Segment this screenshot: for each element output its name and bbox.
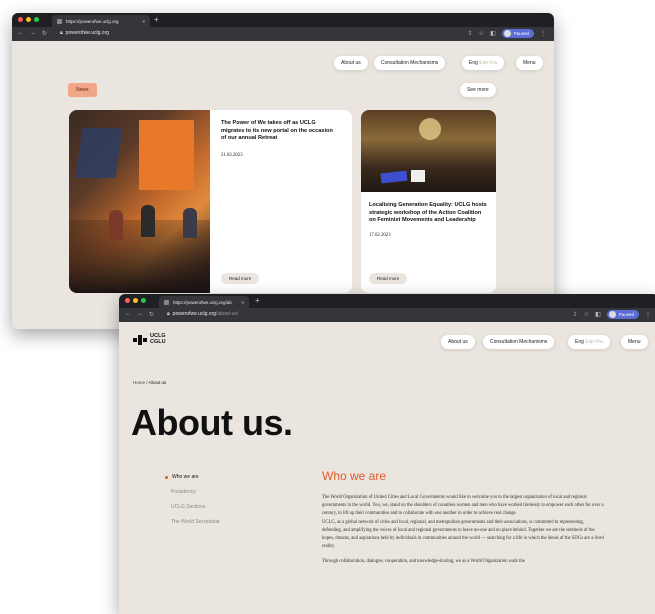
news-card-date: 21.02.2023 [221,152,243,158]
body-paragraph: Through collaboration, dialogue, coopera… [322,558,525,564]
side-nav: Who we are Presidency UCLG Sections The … [165,470,220,530]
logo-mark-icon [133,334,147,345]
news-card-image [69,110,210,293]
section-title: Who we are [322,469,387,483]
read-more-button[interactable]: Read more [221,273,260,284]
nav-about-button[interactable]: About us [334,56,368,70]
maximize-dot-icon[interactable] [141,298,146,303]
share-icon[interactable]: ⇪ [573,311,578,318]
browser-tab[interactable]: https://powerofwe.uclg.org × [52,15,150,27]
reload-icon[interactable]: ↻ [149,311,154,318]
avatar [503,30,511,37]
bookmark-star-icon[interactable]: ☆ [479,30,484,37]
tab-title: https://powerofwe.uclg.org [66,18,119,24]
close-dot-icon[interactable] [125,298,130,303]
address-bar-row: ← → ↻ 🔒︎ powerofwe.uclg.org ⇪ ☆ ◧ Paused… [12,27,554,41]
page-title: About us. [131,402,293,443]
close-dot-icon[interactable] [18,17,23,22]
sidepanel-icon[interactable]: ◧ [490,30,496,37]
bookmark-star-icon[interactable]: ☆ [584,311,589,318]
breadcrumb-home[interactable]: Home [133,380,145,385]
side-nav-item-presidency[interactable]: Presidency [171,485,220,500]
url-host: powerofwe.uclg.org [172,311,217,317]
lang-eng[interactable]: Eng [575,339,584,345]
url-text: powerofwe.uclg.org [65,30,110,36]
share-icon[interactable]: ⇪ [468,30,473,37]
menu-button[interactable]: Menu [621,335,648,349]
side-nav-item-secretariat[interactable]: The World Secretariat [171,515,220,530]
body-paragraph: The World Organization of United Cities … [322,495,604,517]
nav-consultation-button[interactable]: Consultation Mechanisms [374,56,446,70]
uclg-logo[interactable]: UCLG CGLU [133,333,166,346]
window-controls[interactable] [18,17,39,22]
read-more-button[interactable]: Read more [369,273,408,284]
logo-text-cglu: CGLU [150,338,166,345]
profile-paused-button[interactable]: Paused [501,29,534,38]
tab-close-icon[interactable]: × [142,19,145,24]
address-bar[interactable]: 🔒︎ powerofwe.uclg.org/about-us/ [167,311,238,317]
address-bar[interactable]: 🔒︎ powerofwe.uclg.org [60,30,109,36]
browser-tab[interactable]: https://powerofwe.uclg.org/ab × [159,296,249,308]
profile-paused-button[interactable]: Paused [606,310,639,319]
address-bar-row: ← → ↻ 🔒︎ powerofwe.uclg.org/about-us/ ⇪ … [119,308,655,322]
side-nav-label: Who we are [172,474,199,480]
news-badge: News [68,83,97,97]
kebab-menu-icon[interactable]: ⋮ [645,311,651,318]
window-controls[interactable] [125,298,146,303]
news-card[interactable]: Localising Generation Equality: UCLG hos… [361,110,496,293]
body-paragraph: UCLG, as a global network of cities and … [322,519,604,550]
paused-label: Paused [618,312,634,317]
side-nav-item-sections[interactable]: UCLG Sections [171,500,220,515]
new-tab-icon[interactable]: + [154,15,159,25]
avatar [608,311,616,318]
favicon-icon [164,299,169,305]
back-icon[interactable]: ← [18,30,24,37]
lang-fra[interactable]: Fra [595,339,603,345]
lang-fra[interactable]: Fra [489,60,497,66]
active-dot-icon [165,476,168,479]
tab-title: https://powerofwe.uclg.org/ab [173,299,232,305]
news-card[interactable]: The Power of We takes off as UCLG migrat… [69,110,352,293]
maximize-dot-icon[interactable] [34,17,39,22]
reload-icon[interactable]: ↻ [42,30,47,37]
news-card-image [361,110,496,192]
new-tab-icon[interactable]: + [255,296,260,306]
nav-consultation-button[interactable]: Consultation Mechanisms [483,335,555,349]
breadcrumb-current: About us [148,380,167,385]
lang-eng[interactable]: Eng [469,60,478,66]
side-nav-item-who-we-are[interactable]: Who we are [165,470,220,485]
menu-button[interactable]: Menu [516,56,543,70]
lang-esp[interactable]: Esp [479,60,488,66]
lang-esp[interactable]: Esp [585,339,594,345]
breadcrumb: Home / About us [133,380,166,385]
kebab-menu-icon[interactable]: ⋮ [540,30,546,37]
lock-icon: 🔒︎ [167,311,170,317]
news-card-title[interactable]: The Power of We takes off as UCLG migrat… [221,120,339,143]
forward-icon[interactable]: → [137,311,143,318]
tab-close-icon[interactable]: × [241,300,244,305]
tab-strip: https://powerofwe.uclg.org × + [12,13,554,27]
news-card-title[interactable]: Localising Generation Equality: UCLG hos… [369,202,489,225]
news-card-date: 17.02.2023 [369,232,391,238]
paused-label: Paused [513,31,529,36]
browser-window-about: https://powerofwe.uclg.org/ab × + ← → ↻ … [119,294,655,614]
nav-about-button[interactable]: About us [441,335,475,349]
minimize-dot-icon[interactable] [26,17,31,22]
language-switcher[interactable]: Eng Esp Fra [462,56,504,70]
browser-window-news: https://powerofwe.uclg.org × + ← → ↻ 🔒︎ … [12,13,554,329]
url-path: /about-us/ [216,311,239,317]
language-switcher[interactable]: Eng Esp Fra [568,335,610,349]
lock-icon: 🔒︎ [60,30,63,36]
see-more-button[interactable]: See more [460,83,496,97]
sidepanel-icon[interactable]: ◧ [595,311,601,318]
back-icon[interactable]: ← [125,311,131,318]
favicon-icon [57,18,62,24]
minimize-dot-icon[interactable] [133,298,138,303]
forward-icon[interactable]: → [30,30,36,37]
tab-strip: https://powerofwe.uclg.org/ab × + [119,294,655,308]
